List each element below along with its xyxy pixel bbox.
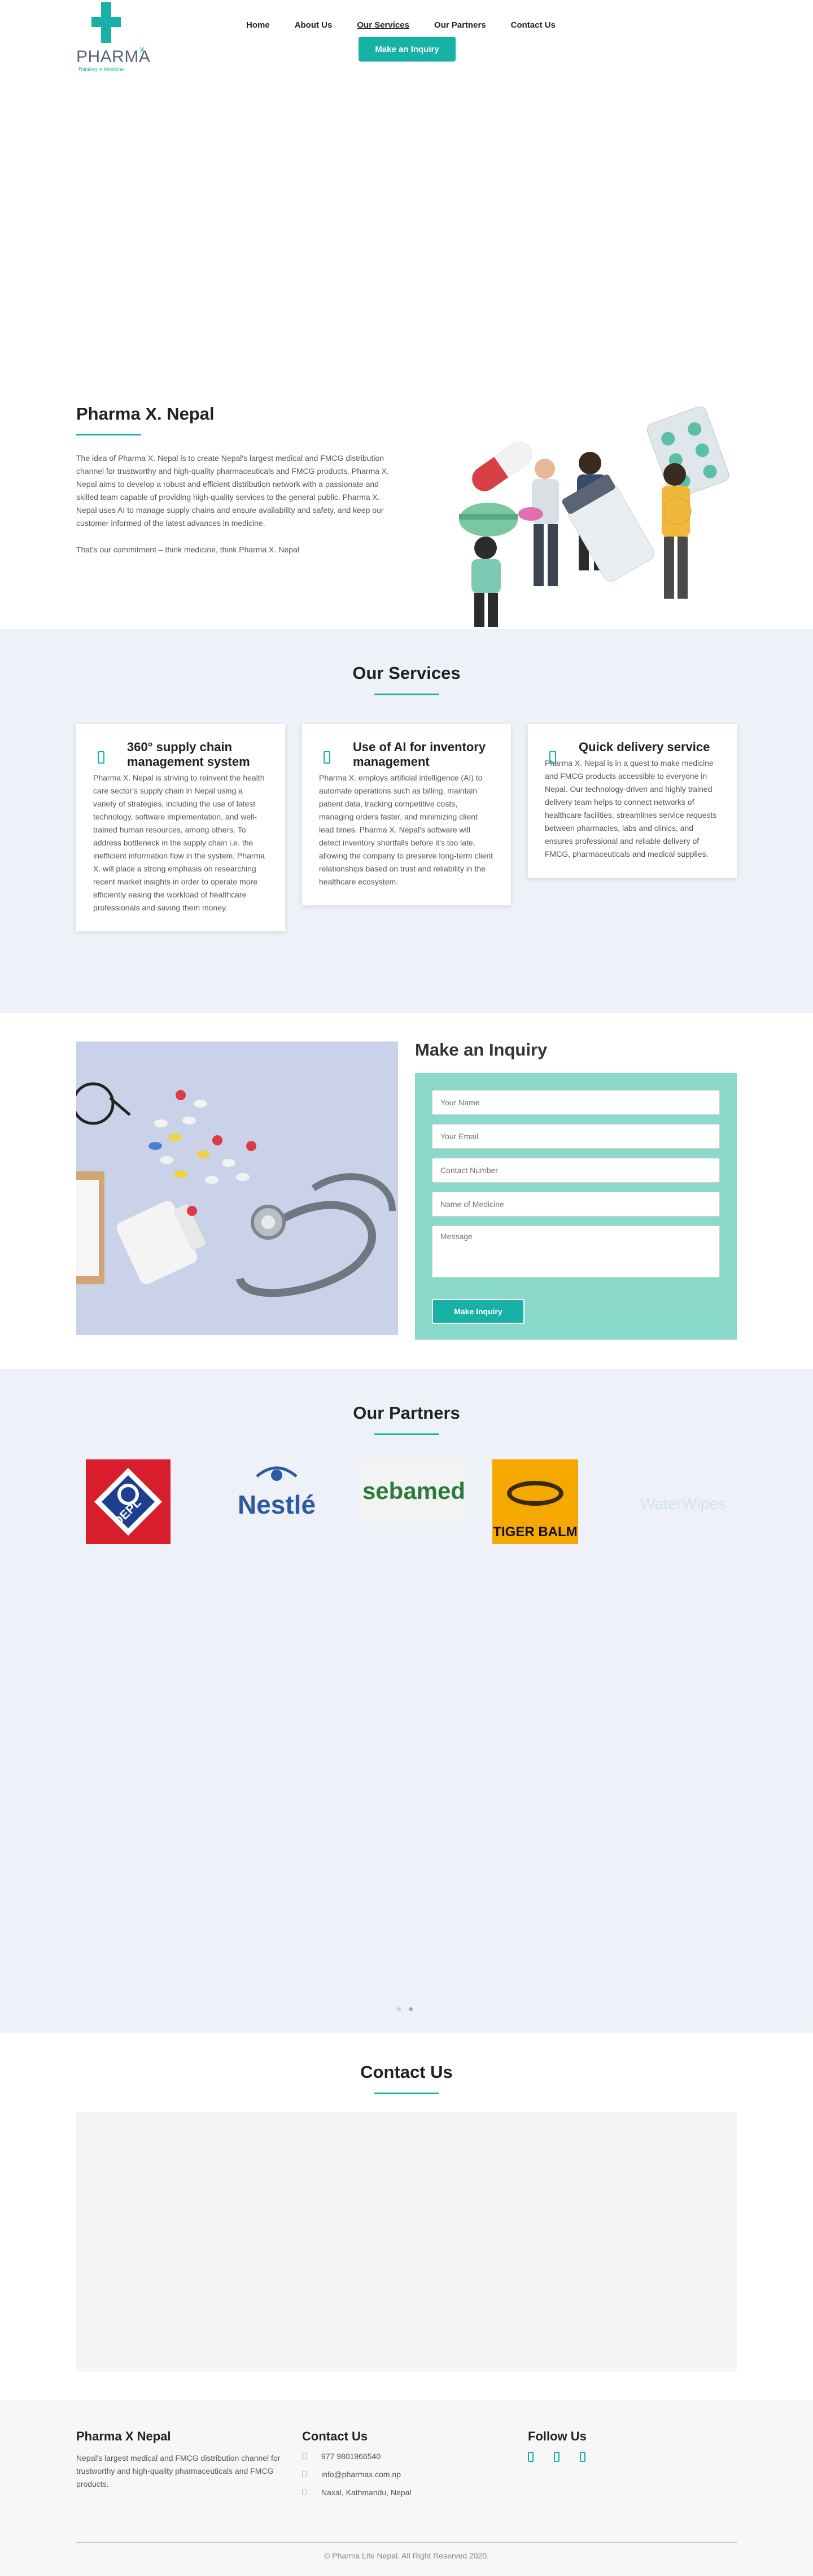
- services-section: Our Services 360° supply chain managemen…: [0, 629, 813, 1013]
- email-icon: [302, 2472, 307, 2477]
- site-footer: Pharma X Nepal Nepal's largest medical a…: [0, 2400, 813, 2576]
- make-inquiry-submit-button[interactable]: Make Inquiry: [432, 1299, 524, 1324]
- service-title: Use of AI for inventory management: [353, 740, 486, 769]
- waterwipes-logo-text: WaterWipes: [640, 1495, 725, 1513]
- phone-icon: [302, 2453, 307, 2459]
- tiger-balm-logo-text: TIGER BALM: [493, 1524, 577, 1540]
- site-header: PHARMA X Thinking is Medicine Home About…: [0, 0, 813, 79]
- footer-follow-title: Follow Us: [528, 2429, 587, 2443]
- service-card-ai-inventory: Use of AI for inventory management Pharm…: [302, 724, 511, 905]
- email-text: info@pharmax.com.np: [321, 2470, 401, 2479]
- inquiry-section: Make an Inquiry Make Inquiry: [0, 1013, 813, 1369]
- nav-about-us[interactable]: About Us: [295, 20, 333, 30]
- about-commitment: That's our commitment – think medicine, …: [76, 545, 299, 554]
- tiger-balm-logo[interactable]: TIGER BALM: [492, 1459, 578, 1544]
- carousel-dot-active[interactable]: [409, 2007, 413, 2011]
- service-text: Pharma X. Nepal is striving to reinvent …: [93, 773, 265, 912]
- service-icon: [324, 751, 330, 764]
- title-underline: [76, 434, 141, 435]
- about-section: Pharma X. Nepal The idea of Pharma X. Ne…: [0, 79, 813, 629]
- footer-email[interactable]: info@pharmax.com.np: [302, 2470, 412, 2479]
- carousel-dot[interactable]: [397, 2007, 401, 2011]
- medicine-name-field[interactable]: [432, 1192, 720, 1217]
- footer-phone[interactable]: 977 9801966540: [302, 2452, 412, 2461]
- service-text: Pharma X. employs artificial intelligenc…: [319, 773, 493, 886]
- nav-home[interactable]: Home: [246, 20, 270, 30]
- location-icon: [302, 2490, 307, 2495]
- nav-contact-us[interactable]: Contact Us: [511, 20, 556, 30]
- footer-follow: Follow Us: [528, 2429, 587, 2462]
- inquiry-form: Make Inquiry: [415, 1073, 737, 1340]
- map-embed[interactable]: [76, 2112, 737, 2372]
- contact-number-field[interactable]: [432, 1158, 720, 1183]
- service-title: Quick delivery service: [579, 740, 710, 754]
- footer-about-text: Nepal's largest medical and FMCG distrib…: [76, 2453, 281, 2488]
- people-with-medicine-illustration: [459, 406, 729, 627]
- partners-carousel[interactable]: DEPL Nestlé sebamed TIGER BALM WaterWipe…: [0, 1459, 813, 1550]
- email-field[interactable]: [432, 1124, 720, 1149]
- cross-icon: [91, 2, 121, 43]
- footer-about-title: Pharma X Nepal: [76, 2429, 171, 2443]
- name-field[interactable]: [432, 1090, 720, 1115]
- message-field[interactable]: [432, 1226, 720, 1278]
- inquiry-title: Make an Inquiry: [415, 1040, 548, 1060]
- facebook-icon[interactable]: [528, 2452, 534, 2462]
- contact-title: Contact Us: [360, 2062, 453, 2082]
- services-title: Our Services: [352, 663, 461, 683]
- title-underline: [374, 2093, 439, 2094]
- nestle-logo[interactable]: Nestlé: [229, 1459, 325, 1522]
- linkedin-icon[interactable]: [580, 2452, 585, 2462]
- about-paragraph: The idea of Pharma X. Nepal is to create…: [76, 454, 390, 528]
- pharma-x-logo[interactable]: PHARMA X Thinking is Medicine: [76, 2, 150, 76]
- main-nav: Home About Us Our Services Our Partners …: [246, 20, 580, 30]
- footer-contact-title: Contact Us: [302, 2429, 368, 2443]
- nav-our-partners[interactable]: Our Partners: [434, 20, 486, 30]
- sebamed-logo-text: sebamed: [362, 1477, 465, 1504]
- nav-our-services[interactable]: Our Services: [357, 20, 409, 30]
- partners-title: Our Partners: [353, 1403, 460, 1423]
- service-card-quick-delivery: Quick delivery service Pharma X. Nepal i…: [528, 724, 737, 878]
- medicine-stethoscope-photo: [76, 1041, 398, 1335]
- service-title: 360° supply chain management system: [127, 740, 250, 769]
- phone-text: 977 9801966540: [321, 2452, 381, 2461]
- title-underline: [374, 694, 439, 695]
- about-title: Pharma X. Nepal: [76, 404, 215, 424]
- footer-divider: [76, 2542, 737, 2543]
- partners-section: Our Partners DEPL Nestlé sebamed TIGER B…: [0, 1369, 813, 2033]
- footer-address: Naxal, Kathmandu, Nepal: [302, 2488, 412, 2497]
- instagram-icon[interactable]: [554, 2452, 560, 2462]
- copyright-text: © Pharma Life Nepal. All Right Reserved …: [324, 2551, 489, 2560]
- service-icon: [98, 751, 104, 764]
- waterwipes-logo[interactable]: WaterWipes: [638, 1482, 728, 1522]
- service-icon: [549, 751, 556, 764]
- depl-logo[interactable]: DEPL: [86, 1459, 171, 1544]
- make-inquiry-nav-button[interactable]: Make an Inquiry: [359, 37, 456, 62]
- title-underline: [374, 1433, 439, 1435]
- social-links: [528, 2452, 587, 2462]
- service-card-supply-chain: 360° supply chain management system Phar…: [76, 724, 285, 931]
- sebamed-logo[interactable]: sebamed: [360, 1459, 467, 1522]
- footer-about: Pharma X Nepal Nepal's largest medical a…: [76, 2429, 291, 2491]
- footer-contact: Contact Us 977 9801966540 info@pharmax.c…: [302, 2429, 412, 2506]
- carousel-dots: [397, 2007, 413, 2011]
- contact-section: Contact Us: [0, 2033, 813, 2400]
- logo-tagline: Thinking is Medicine: [78, 67, 124, 72]
- address-text: Naxal, Kathmandu, Nepal: [321, 2488, 412, 2497]
- logo-superscript: X: [139, 45, 145, 54]
- nestle-logo-text: Nestlé: [238, 1490, 316, 1519]
- service-text: Pharma X. Nepal is in a quest to make me…: [545, 759, 717, 858]
